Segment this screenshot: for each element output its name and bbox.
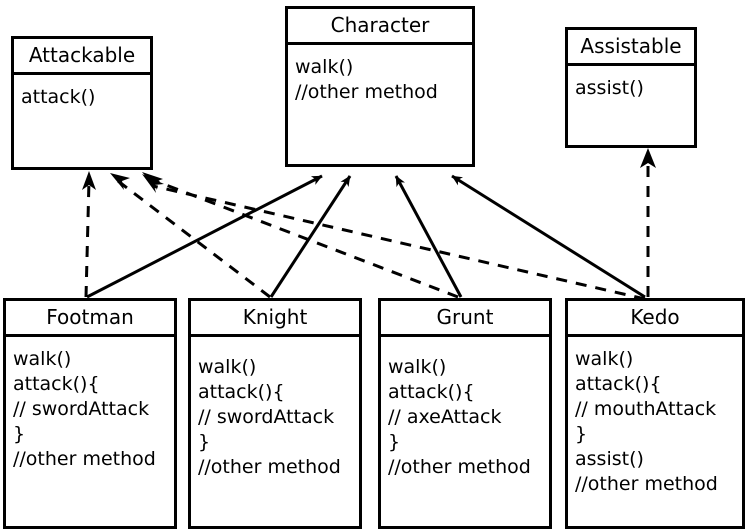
class-members-knight: walk() attack(){ // swordAttack } //othe… [191,337,359,484]
class-box-attackable[interactable]: Attackable attack() [11,36,153,170]
arrowhead-kedo-assistable [640,148,656,168]
class-box-kedo[interactable]: Kedo walk() attack(){ // mouthAttack } a… [565,298,745,529]
class-members-assistable: assist() [568,66,694,105]
member-attack-open: attack(){ [198,381,285,403]
class-title-character: Character [288,9,472,45]
realization-footman-attackable [84,179,91,298]
class-box-knight[interactable]: Knight walk() attack(){ // swordAttack }… [188,298,362,529]
class-title-assistable: Assistable [568,30,694,66]
member-attack-open: attack(){ [388,381,475,403]
member-assist: assist() [575,448,644,470]
class-title-kedo: Kedo [568,301,742,337]
class-box-character[interactable]: Character walk() //other method [285,6,475,167]
arrowhead-knight-attackable [110,173,130,190]
member-walk: walk() [295,56,354,78]
class-members-kedo: walk() attack(){ // mouthAttack } assist… [568,337,742,501]
member-walk: walk() [575,348,634,370]
member-other-method: //other method [13,448,156,470]
member-other-method: //other method [388,456,531,478]
realization-kedo-attackable [152,184,646,301]
member-attack-open: attack(){ [575,373,662,395]
member-other-method: //other method [295,81,438,103]
class-title-attackable: Attackable [14,39,150,75]
class-box-footman[interactable]: Footman walk() attack(){ // swordAttack … [3,298,177,529]
member-attack-close: } [388,431,401,453]
class-box-assistable[interactable]: Assistable assist() [565,27,697,148]
uml-diagram-canvas: Attackable attack() Character walk() //o… [0,0,752,529]
member-other-method: //other method [198,456,341,478]
member-attack-open: attack(){ [13,373,100,395]
class-members-footman: walk() attack(){ // swordAttack } //othe… [6,337,174,476]
member-walk: walk() [388,356,447,378]
member-walk: walk() [13,348,72,370]
generalization-grunt-character [394,175,463,298]
realization-knight-attackable [117,179,271,299]
generalization-footman-character [86,174,323,299]
member-attack-comment: // swordAttack [198,406,335,428]
member-assist: assist() [575,77,644,99]
member-attack-comment: // mouthAttack [575,398,717,420]
member-attack-comment: // swordAttack [13,398,150,420]
member-attack: attack() [21,86,96,108]
member-other-method: //other method [575,473,718,495]
member-attack-close: } [13,423,26,445]
member-attack-close: } [575,423,588,445]
class-members-grunt: walk() attack(){ // axeAttack } //other … [381,337,549,484]
arrowhead-grunt-attackable [142,172,163,190]
member-walk: walk() [198,356,257,378]
class-title-footman: Footman [6,301,174,337]
arrowhead-kedo-attackable [142,174,164,193]
realization-grunt-attackable [152,178,459,299]
class-title-grunt: Grunt [381,301,549,337]
member-attack-close: } [198,431,211,453]
generalization-kedo-character [451,174,646,299]
member-attack-comment: // axeAttack [388,406,502,428]
class-box-grunt[interactable]: Grunt walk() attack(){ // axeAttack } //… [378,298,552,529]
arrowhead-footman-attackable [82,171,96,190]
generalization-knight-character [269,175,352,298]
class-members-character: walk() //other method [288,45,472,109]
class-title-knight: Knight [191,301,359,337]
class-members-attackable: attack() [14,75,150,114]
